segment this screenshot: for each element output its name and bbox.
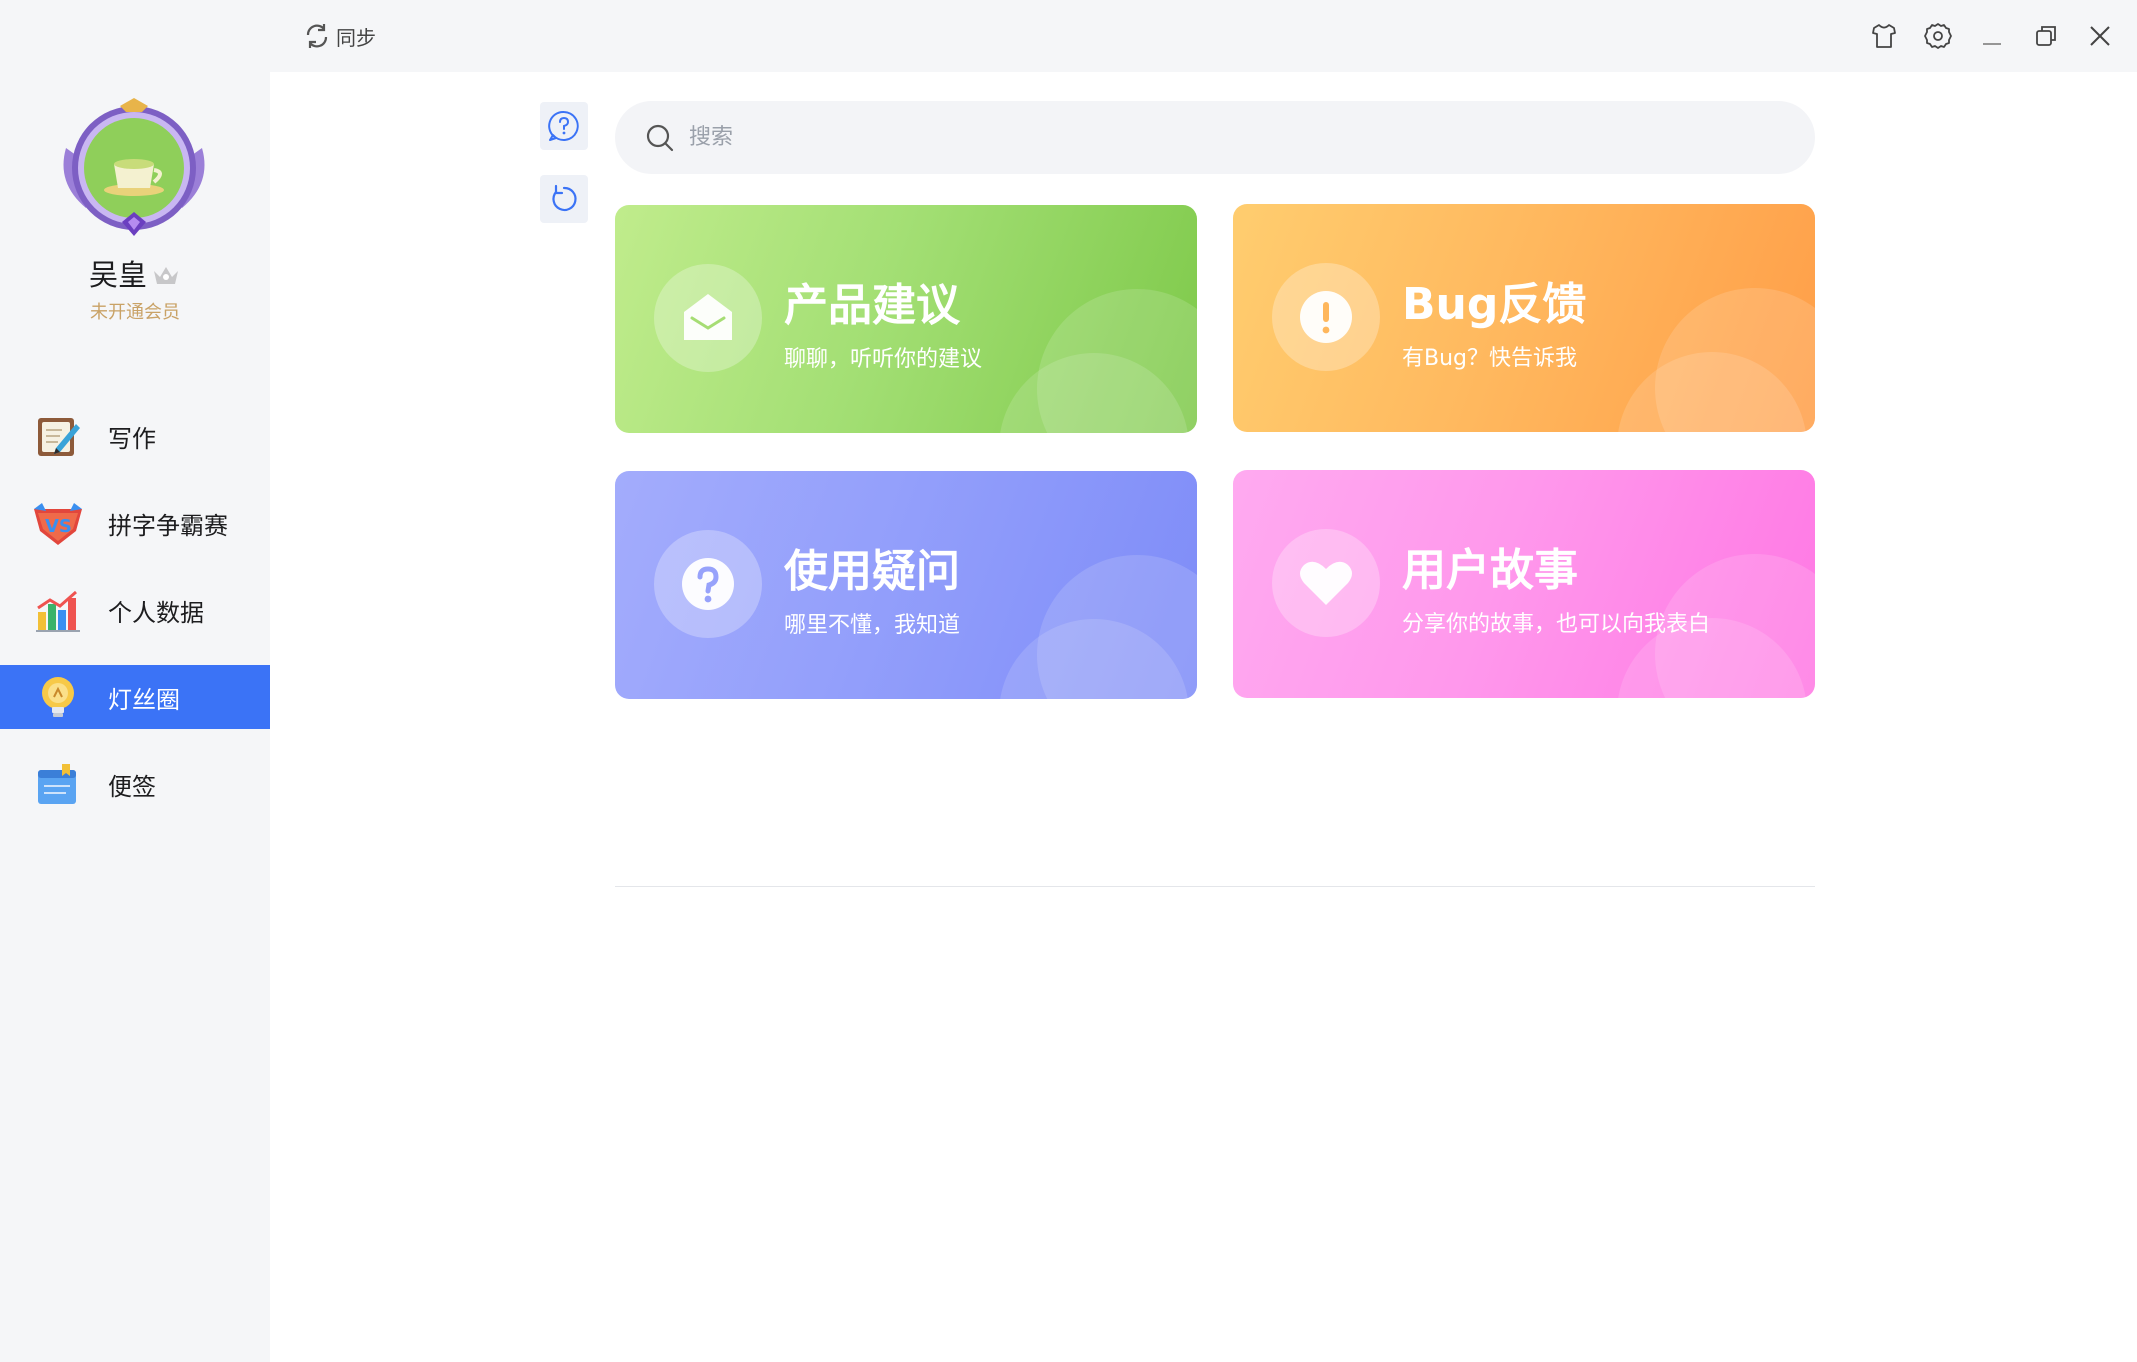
card-icon-circle <box>654 530 762 638</box>
help-button[interactable] <box>540 102 588 150</box>
restore-icon <box>2036 26 2056 46</box>
search-icon <box>646 124 674 151</box>
shirt-icon <box>1872 24 1896 48</box>
settings-button[interactable] <box>1922 20 1954 52</box>
card-usage-questions[interactable]: 使用疑问 哪里不懂，我知道 <box>615 471 1197 699</box>
sync-icon <box>306 24 328 48</box>
gear-icon <box>1924 23 1952 49</box>
notepad-icon <box>32 762 84 808</box>
sync-label: 同步 <box>336 25 376 50</box>
card-title: 产品建议 <box>784 280 960 331</box>
card-title: Bug反馈 <box>1402 279 1587 330</box>
bulb-icon <box>32 675 84 721</box>
card-title: 用户故事 <box>1402 545 1578 596</box>
heart-icon <box>1300 561 1352 605</box>
vs-icon: VS <box>32 501 84 547</box>
sidebar: 吴皇 未开通会员 写作 VS 拼字争霸赛 个人数据 灯丝圈 便签 <box>0 0 270 1362</box>
username-row: 吴皇 <box>0 252 270 294</box>
close-icon <box>2090 26 2110 46</box>
skin-button[interactable] <box>1868 20 1900 52</box>
member-status[interactable]: 未开通会员 <box>0 298 270 324</box>
card-title: 使用疑问 <box>784 546 960 597</box>
search-input[interactable] <box>689 125 1689 150</box>
refresh-icon <box>552 184 577 212</box>
nav-item-label: 便签 <box>108 772 156 801</box>
card-subtitle: 分享你的故事，也可以向我表白 <box>1402 612 1711 637</box>
card-icon-circle <box>654 264 762 372</box>
nav-item-typing-contest[interactable]: VS 拼字争霸赛 <box>0 491 270 555</box>
username: 吴皇 <box>88 258 147 292</box>
crown-icon <box>151 260 181 294</box>
nav-item-writing[interactable]: 写作 <box>0 404 270 468</box>
sync-button[interactable]: 同步 <box>302 20 376 52</box>
card-user-stories[interactable]: 用户故事 分享你的故事，也可以向我表白 <box>1233 470 1815 698</box>
envelope-icon <box>684 294 732 340</box>
card-subtitle: 有Bug？快告诉我 <box>1402 346 1578 371</box>
nav-item-label: 个人数据 <box>108 598 204 627</box>
content-divider <box>615 886 1815 887</box>
avatar[interactable] <box>56 98 212 238</box>
card-bug-feedback[interactable]: Bug反馈 有Bug？快告诉我 <box>1233 204 1815 432</box>
help-chat-icon <box>548 110 579 141</box>
writing-icon <box>32 414 84 460</box>
close-button[interactable] <box>2084 20 2116 52</box>
exclamation-icon <box>1300 291 1352 343</box>
card-subtitle: 哪里不懂，我知道 <box>784 613 961 638</box>
card-icon-circle <box>1272 529 1380 637</box>
card-subtitle: 聊聊，听听你的建议 <box>784 347 983 372</box>
nav-list: 写作 VS 拼字争霸赛 个人数据 灯丝圈 便签 <box>0 404 270 839</box>
nav-item-label: 拼字争霸赛 <box>108 511 228 540</box>
title-bar: 同步 <box>270 0 2137 72</box>
minimize-icon <box>1983 43 2001 45</box>
nav-item-filament-circle[interactable]: 灯丝圈 <box>0 665 270 729</box>
card-icon-circle <box>1272 263 1380 371</box>
restore-button[interactable] <box>2030 20 2062 52</box>
nav-item-label: 写作 <box>108 424 156 453</box>
card-product-suggestion[interactable]: 产品建议 聊聊，听听你的建议 <box>615 205 1197 433</box>
bar-chart-icon <box>32 588 84 634</box>
minimize-button[interactable] <box>1976 20 2008 52</box>
svg-text:VS: VS <box>45 516 72 537</box>
nav-item-personal-data[interactable]: 个人数据 <box>0 578 270 642</box>
nav-item-notes[interactable]: 便签 <box>0 752 270 816</box>
nav-item-label: 灯丝圈 <box>108 685 180 714</box>
avatar-frame-icon <box>63 98 205 236</box>
refresh-button[interactable] <box>540 175 588 223</box>
question-icon <box>682 558 734 610</box>
search-bar <box>615 101 1815 174</box>
